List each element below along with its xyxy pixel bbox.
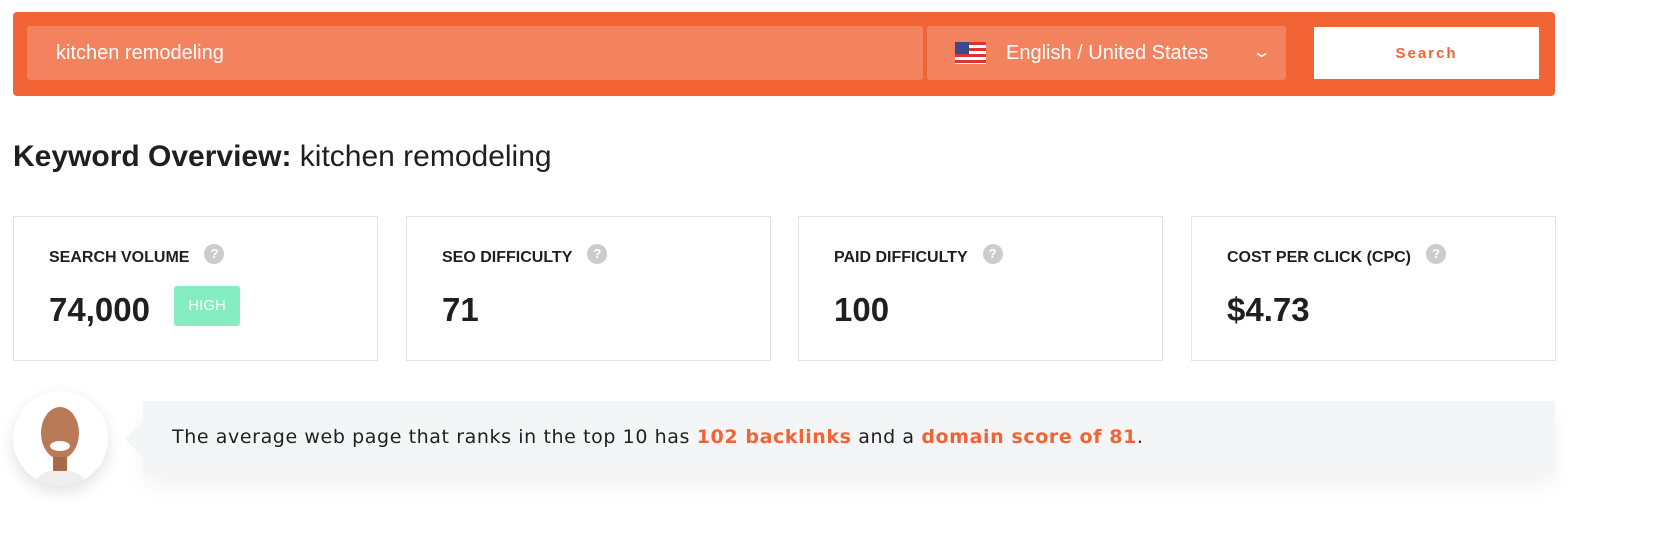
- language-label: English / United States: [1006, 41, 1209, 64]
- insight-text: The average web page that ranks in the t…: [172, 426, 1144, 448]
- search-bar: English / United States ⌄ Search: [13, 12, 1555, 96]
- card-value: 100: [834, 291, 890, 328]
- card-value: 74,000: [49, 291, 150, 328]
- language-dropdown[interactable]: English / United States ⌄: [927, 26, 1286, 80]
- page-title: Keyword Overview: kitchen remodeling: [13, 140, 552, 174]
- callout-text: The average web page that ranks in the t…: [172, 426, 697, 448]
- callout-text: .: [1136, 426, 1144, 448]
- help-icon[interactable]: ?: [1426, 244, 1446, 264]
- us-flag-icon: [955, 42, 986, 64]
- title-label: Keyword Overview:: [13, 140, 292, 173]
- help-icon[interactable]: ?: [204, 244, 225, 264]
- search-volume-card: SEARCH VOLUME? 74,000 HIGH: [13, 216, 378, 361]
- insight-callout: The average web page that ranks in the t…: [125, 401, 1555, 473]
- keyword-input[interactable]: [27, 26, 923, 80]
- backlinks-highlight: 102 backlinks: [696, 426, 852, 448]
- domain-score-highlight: domain score of 81: [921, 426, 1137, 448]
- avatar: [13, 391, 108, 486]
- help-icon[interactable]: ?: [587, 244, 608, 264]
- card-label: PAID DIFFICULTY: [834, 249, 968, 266]
- paid-difficulty-card: PAID DIFFICULTY? 100: [798, 216, 1163, 361]
- chevron-down-icon: ⌄: [1251, 44, 1272, 61]
- status-badge: HIGH: [174, 286, 240, 326]
- callout-text: and a: [851, 426, 922, 448]
- card-label: SEARCH VOLUME: [49, 249, 190, 266]
- cpc-card: COST PER CLICK (CPC)? $4.73: [1191, 216, 1556, 361]
- title-keyword: kitchen remodeling: [299, 140, 552, 173]
- help-icon[interactable]: ?: [982, 244, 1003, 264]
- card-value: 71: [442, 291, 479, 328]
- card-label: SEO DIFFICULTY: [442, 249, 573, 266]
- search-button[interactable]: Search: [1314, 27, 1539, 79]
- seo-difficulty-card: SEO DIFFICULTY? 71: [406, 216, 771, 361]
- card-label: COST PER CLICK (CPC): [1227, 249, 1411, 266]
- card-value: $4.73: [1227, 291, 1310, 328]
